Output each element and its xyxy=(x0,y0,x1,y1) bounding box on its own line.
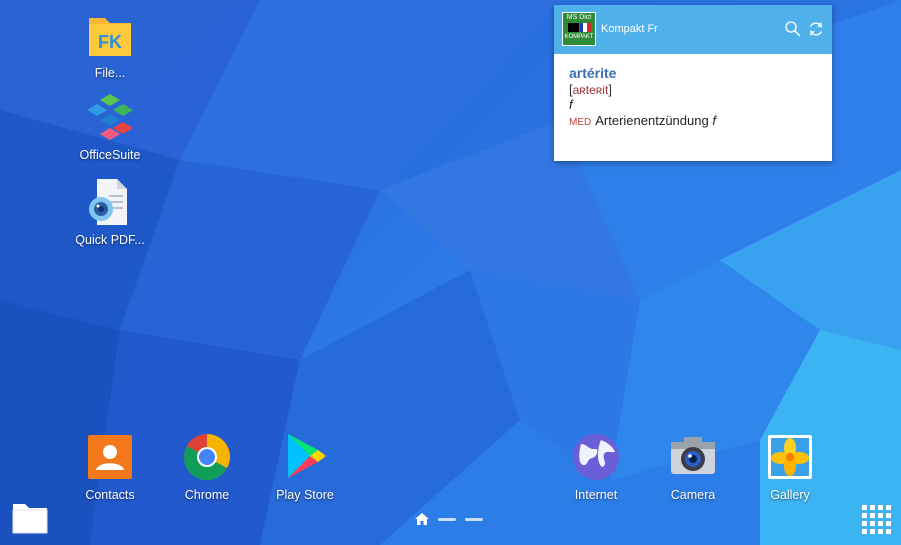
ms-dict-logo: MS Dict KOMPAKT xyxy=(562,12,596,46)
app-label: Chrome xyxy=(184,488,230,502)
globe-icon xyxy=(571,432,621,482)
gallery-app[interactable]: Gallery xyxy=(742,432,838,502)
app-label: Internet xyxy=(574,488,618,502)
gallery-icon xyxy=(765,432,815,482)
contacts-app[interactable]: Contacts xyxy=(62,432,158,502)
app-label: Play Store xyxy=(276,488,334,502)
translation: MED Arterienentzündung f xyxy=(569,113,716,128)
phonetic: [aʀteʀit] xyxy=(569,82,612,97)
internet-app[interactable]: Internet xyxy=(548,432,644,502)
app-label: Gallery xyxy=(770,488,810,502)
widget-header: MS Dict KOMPAKT Kompakt Fr xyxy=(554,5,832,54)
flags-icon xyxy=(563,23,595,32)
app-drawer-icon[interactable] xyxy=(862,505,892,535)
play-store-app[interactable]: Play Store xyxy=(257,432,353,502)
page-dot[interactable] xyxy=(438,517,456,521)
camera-icon xyxy=(668,432,718,482)
officesuite-shortcut[interactable]: OfficeSuite xyxy=(62,92,158,162)
chrome-app[interactable]: Chrome xyxy=(159,432,255,502)
play-store-icon xyxy=(280,432,330,482)
quick-pdf-shortcut[interactable]: Quick PDF... xyxy=(62,177,158,247)
page-indicator[interactable] xyxy=(415,513,483,525)
quick-pdf-icon xyxy=(85,177,135,227)
camera-app[interactable]: Camera xyxy=(645,432,741,502)
app-label: Quick PDF... xyxy=(75,233,145,247)
dictionary-widget[interactable]: MS Dict KOMPAKT Kompakt Fr artérite [aʀt… xyxy=(554,5,832,161)
file-commander-icon: FK xyxy=(85,10,135,60)
logo-subtext: KOMPAKT xyxy=(564,34,594,40)
refresh-icon[interactable] xyxy=(807,20,825,38)
logo-text: MS Dict xyxy=(566,14,592,21)
home-page-icon xyxy=(415,513,429,525)
app-label: Camera xyxy=(670,488,716,502)
svg-text:FK: FK xyxy=(98,32,122,52)
folder-icon[interactable] xyxy=(12,500,48,534)
app-label: OfficeSuite xyxy=(79,148,141,162)
app-label: File... xyxy=(94,66,126,80)
gender: f xyxy=(569,97,573,112)
contacts-icon xyxy=(85,432,135,482)
chrome-icon xyxy=(182,432,232,482)
search-icon[interactable] xyxy=(784,20,802,38)
domain-tag: MED xyxy=(569,117,592,128)
file-commander-shortcut[interactable]: FK File... xyxy=(62,10,158,80)
page-dot[interactable] xyxy=(465,517,483,521)
officesuite-icon xyxy=(85,92,135,142)
headword: artérite xyxy=(569,65,617,81)
app-label: Contacts xyxy=(85,488,135,502)
dictionary-entry[interactable]: artérite [aʀteʀit] f MED Arterienentzündu… xyxy=(554,54,832,139)
widget-title: Kompakt Fr xyxy=(601,23,658,35)
